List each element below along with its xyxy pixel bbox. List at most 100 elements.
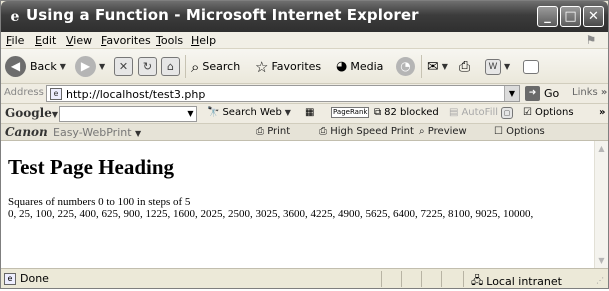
preview-icon: ⌕ xyxy=(419,126,425,137)
status-text: Done xyxy=(20,272,49,285)
menu-view[interactable]: View xyxy=(66,34,92,47)
title-bar[interactable]: e Using a Function - Microsoft Internet … xyxy=(1,1,608,32)
page-content[interactable]: Test Page Heading Squares of numbers 0 t… xyxy=(1,141,594,268)
security-zone[interactable]: 🖧 Local intranet xyxy=(471,272,562,291)
printer-icon: ⎙ xyxy=(256,126,264,137)
page-icon: e xyxy=(4,273,16,285)
search-icon: ⌕ xyxy=(191,57,200,76)
dropdown-caret-icon: ▼ xyxy=(135,129,142,138)
home-button[interactable]: ⌂ xyxy=(161,55,180,78)
window-title: Using a Function - Microsoft Internet Ex… xyxy=(26,6,419,24)
go-arrow-icon: ➜ xyxy=(525,86,540,101)
printer-icon: ⎙ xyxy=(319,126,327,137)
address-bar: Address e http://localhost/test3.php ▼ ➜… xyxy=(1,84,608,104)
forward-button[interactable]: ▶ ▼ xyxy=(75,55,105,78)
resize-grip-icon[interactable]: ⋰ xyxy=(596,276,606,286)
vertical-scrollbar[interactable]: ▲ ▼ xyxy=(594,141,608,268)
google-options-button[interactable]: ☑ Options xyxy=(523,107,574,118)
toolbar-icon: ▢ xyxy=(501,107,513,119)
address-input[interactable]: e http://localhost/test3.php ▼ xyxy=(46,85,520,102)
refresh-icon: ↻ xyxy=(138,57,157,76)
links-toolbar[interactable]: Links » xyxy=(572,87,607,98)
chevron-right-icon: » xyxy=(600,87,608,98)
google-toolbar: Google▼ ▼ 🔭 Search Web ▼ ▦ PageRank ⧉ 82… xyxy=(1,104,608,124)
canon-toolbar: Canon Easy-WebPrint ▼ ⎙ Print ⎙ High Spe… xyxy=(1,124,608,141)
toolbar-divider xyxy=(421,55,422,78)
menu-help[interactable]: Help xyxy=(191,34,216,47)
toolbar-button[interactable]: ▢ xyxy=(501,107,513,119)
standard-toolbar: ◀ Back ▼ ▶ ▼ ✕ ↻ ⌂ ⌕ Search ☆ Favorites … xyxy=(1,49,608,84)
canon-print-label: Print xyxy=(267,126,291,137)
scroll-up-icon[interactable]: ▲ xyxy=(595,141,608,156)
go-label: Go xyxy=(544,87,560,100)
discuss-button[interactable] xyxy=(523,55,539,78)
stop-button[interactable]: ✕ xyxy=(114,55,133,78)
edit-button[interactable]: W ▼ xyxy=(485,55,510,78)
home-icon: ⌂ xyxy=(161,57,180,76)
search-web-button[interactable]: 🔭 Search Web ▼ xyxy=(207,107,291,118)
address-url: http://localhost/test3.php xyxy=(66,88,206,101)
page-subtitle: Squares of numbers 0 to 100 in steps of … xyxy=(8,196,191,208)
refresh-button[interactable]: ↻ xyxy=(138,55,157,78)
scroll-down-icon[interactable]: ▼ xyxy=(595,253,608,268)
windows-flag-icon: ⚑ xyxy=(585,33,597,47)
options-icon: ☐ xyxy=(494,126,503,137)
high-speed-print-label: High Speed Print xyxy=(330,126,414,137)
blocked-count: 82 blocked xyxy=(384,107,439,118)
favorites-button[interactable]: ☆ Favorites xyxy=(255,55,321,78)
google-search-dropdown-icon[interactable]: ▼ xyxy=(185,107,196,121)
dropdown-caret-icon: ▼ xyxy=(504,62,511,71)
menu-bar: File Edit View Favorites Tools Help ⚑ xyxy=(1,32,608,49)
news-button[interactable]: ▦ xyxy=(305,107,314,118)
canon-options-button[interactable]: ☐ Options xyxy=(494,126,545,137)
google-search-input[interactable] xyxy=(59,106,197,122)
news-icon: ▦ xyxy=(305,107,315,118)
close-button[interactable]: ✕ xyxy=(583,6,604,27)
favorites-label: Favorites xyxy=(271,60,322,73)
canon-print-button[interactable]: ⎙ Print xyxy=(256,126,290,137)
chevron-right-icon[interactable]: » xyxy=(599,107,605,118)
squares-list: 0, 25, 100, 225, 400, 625, 900, 1225, 16… xyxy=(8,208,534,220)
links-label: Links xyxy=(572,87,598,98)
easy-webprint-label: Easy-WebPrint xyxy=(53,126,132,139)
search-label: Search xyxy=(202,60,241,73)
address-dropdown-icon[interactable]: ▼ xyxy=(504,86,519,101)
menu-file[interactable]: File xyxy=(6,34,24,47)
print-button[interactable]: ⎙ xyxy=(459,55,470,78)
search-button[interactable]: ⌕ Search xyxy=(191,55,240,78)
google-options-label: Options xyxy=(534,107,574,118)
pagerank-indicator[interactable]: PageRank xyxy=(331,107,370,118)
high-speed-print-button[interactable]: ⎙ High Speed Print xyxy=(319,126,414,137)
canon-preview-label: Preview xyxy=(427,126,467,137)
media-button[interactable]: ◕ Media xyxy=(336,55,383,78)
forward-arrow-icon: ▶ xyxy=(75,56,96,77)
media-icon: ◕ xyxy=(336,59,348,74)
stop-icon: ✕ xyxy=(114,57,133,76)
easy-webprint-menu[interactable]: Easy-WebPrint ▼ xyxy=(53,126,141,139)
popup-blocker[interactable]: ⧉ 82 blocked xyxy=(374,107,439,118)
status-divider xyxy=(401,271,402,287)
go-button[interactable]: ➜ Go xyxy=(525,86,559,101)
history-button[interactable]: ◔ xyxy=(396,55,415,78)
dropdown-caret-icon: ▼ xyxy=(51,109,58,119)
canon-preview-button[interactable]: ⌕ Preview xyxy=(419,126,467,137)
autofill-button[interactable]: ▤ AutoFill xyxy=(449,107,498,118)
mail-button[interactable]: ✉ ▼ xyxy=(427,55,448,78)
canon-options-label: Options xyxy=(506,126,545,137)
status-bar: e Done 🖧 Local intranet ⋰ xyxy=(1,268,608,288)
page-icon: e xyxy=(50,88,62,100)
autofill-label: AutoFill xyxy=(461,107,499,118)
menu-tools[interactable]: Tools xyxy=(156,34,183,47)
menu-edit[interactable]: Edit xyxy=(35,34,56,47)
maximize-button[interactable]: □ xyxy=(560,6,581,27)
menu-favorites[interactable]: Favorites xyxy=(101,34,151,47)
back-label: Back xyxy=(30,60,57,73)
canon-logo: Canon xyxy=(5,125,48,139)
back-button[interactable]: ◀ Back ▼ xyxy=(5,55,66,78)
google-logo[interactable]: Google▼ xyxy=(5,106,58,120)
options-icon: ☑ xyxy=(523,107,532,118)
intranet-icon: 🖧 xyxy=(471,274,484,287)
minimize-button[interactable]: _ xyxy=(537,6,558,27)
edit-icon: W xyxy=(485,58,501,75)
autofill-icon: ▤ xyxy=(449,107,459,118)
